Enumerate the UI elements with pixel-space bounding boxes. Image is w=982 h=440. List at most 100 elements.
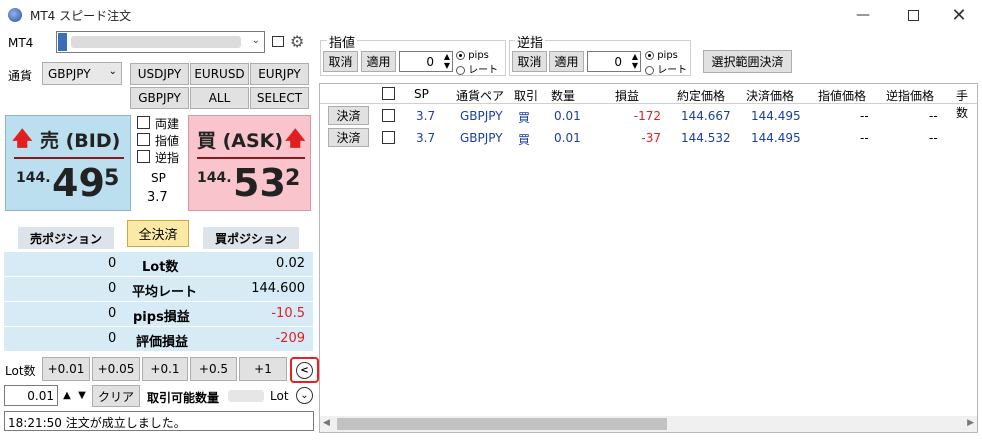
lot-input-value: 0.01 — [27, 389, 54, 403]
status-bar: 18:21:50 注文が成立しました。 — [4, 411, 314, 431]
spread-label: SP — [151, 171, 166, 185]
window-toggle-icon[interactable] — [272, 36, 284, 47]
row-pl: -37 — [641, 131, 661, 145]
lot-add-0-05-button[interactable]: +0.05 — [92, 357, 140, 381]
row-close-button[interactable]: 決済 — [328, 128, 369, 147]
currency-select[interactable]: GBPJPY ⌄ — [42, 62, 122, 85]
sell-price-prefix: 144. — [16, 170, 51, 186]
sell-button[interactable]: 🡅 売 (BID) 144. 49 5 — [5, 115, 131, 211]
row-stop: -- — [929, 131, 938, 145]
row-close-button[interactable]: 決済 — [328, 106, 369, 125]
stats-sell-value: 0 — [108, 256, 117, 271]
table-row[interactable]: 決済 3.7 GBPJPY 買 0.01 -37 144.532 144.495… — [320, 127, 977, 149]
stop-value: 0 — [614, 55, 622, 69]
spinner-icon: ▲ ▼ — [631, 52, 638, 70]
sashine-checkbox[interactable] — [137, 133, 150, 146]
ryoudate-checkbox[interactable] — [137, 116, 150, 129]
available-qty-label: 取引可能数量 — [147, 391, 220, 405]
lot-clear-button[interactable]: クリア — [92, 385, 140, 407]
stats-buy-value: -209 — [275, 331, 305, 346]
radio-icon — [645, 65, 654, 75]
pair-gbpjpy-button[interactable]: GBPJPY — [130, 87, 189, 109]
lot-add-0-01-button[interactable]: +0.01 — [42, 357, 90, 381]
currency-label: 通貨 — [8, 69, 33, 83]
select-all-checkbox[interactable] — [382, 87, 395, 100]
pair-eurjpy-button[interactable]: EURJPY — [250, 63, 309, 85]
row-checkbox[interactable] — [382, 109, 395, 122]
sashine-label: 指値 — [155, 134, 180, 148]
table-row[interactable]: 決済 3.7 GBPJPY 買 0.01 -172 144.667 144.49… — [320, 105, 977, 127]
gyakusashi-label: 逆指 — [155, 151, 180, 165]
col-pair: 通貨ペア — [456, 89, 505, 103]
account-select[interactable]: ⌄ — [56, 31, 265, 53]
limit-value-input[interactable]: 0 ▲ ▼ — [399, 51, 453, 72]
radio-icon — [645, 50, 654, 60]
lot-input[interactable]: 0.01 — [4, 385, 58, 406]
stats-label: pips損益 — [133, 310, 190, 325]
stop-value-input[interactable]: 0 ▲ ▼ — [587, 51, 641, 72]
chevron-down-icon: ⌄ — [108, 66, 117, 77]
buy-label: 買 (ASK) — [197, 130, 284, 152]
lot-decrease-button[interactable]: ▼ — [75, 386, 89, 405]
pair-all-button[interactable]: ALL — [190, 87, 249, 109]
sell-price-main: 49 — [52, 161, 105, 205]
status-message: 18:21:50 注文が成立しました。 — [8, 416, 186, 430]
row-limit: -- — [860, 131, 869, 145]
stop-cancel-button[interactable]: 取消 — [512, 51, 547, 72]
row-pair: GBPJPY — [460, 109, 503, 123]
lot-increase-button[interactable]: ▲ — [60, 386, 74, 405]
maximize-button[interactable] — [890, 0, 936, 30]
scroll-left-icon[interactable]: ◀ — [323, 418, 330, 428]
spread-value: 3.7 — [147, 190, 168, 205]
close-selected-button[interactable]: 選択範囲決済 — [703, 50, 792, 73]
scrollbar-thumb[interactable] — [337, 418, 667, 430]
chevron-down-icon: ⌄ — [251, 35, 260, 46]
col-sp: SP — [414, 87, 429, 101]
sell-position-label: 売ポジション — [18, 227, 114, 249]
row-pair: GBPJPY — [460, 131, 503, 145]
collapse-panel-button[interactable]: < — [296, 362, 313, 379]
buy-button[interactable]: 買 (ASK) 🡅 144. 53 2 — [188, 115, 311, 211]
scroll-right-icon[interactable]: ▶ — [967, 418, 974, 428]
row-checkbox[interactable] — [382, 131, 395, 144]
limit-cancel-button[interactable]: 取消 — [323, 51, 358, 72]
row-stop: -- — [929, 109, 938, 123]
col-exit: 決済価格 — [746, 89, 795, 103]
currency-value: GBPJPY — [48, 67, 91, 81]
radio-icon — [456, 65, 465, 75]
gyakusashi-checkbox[interactable] — [137, 150, 150, 163]
col-pl: 損益 — [615, 89, 640, 103]
stop-rate-radio[interactable]: レート — [645, 61, 687, 76]
arrow-down-icon: 🡅 — [12, 126, 33, 150]
col-limit: 指値価格 — [818, 89, 867, 103]
limit-pips-radio[interactable]: pips — [456, 50, 489, 61]
pair-usdjpy-button[interactable]: USDJPY — [130, 63, 189, 85]
pair-eurusd-button[interactable]: EURUSD — [190, 63, 249, 85]
pair-select-button[interactable]: SELECT — [250, 87, 309, 109]
stop-apply-button[interactable]: 適用 — [549, 51, 584, 72]
limit-rate-radio[interactable]: レート — [456, 61, 498, 76]
col-side: 取引 — [514, 89, 539, 103]
expand-down-button[interactable]: ⌄ — [296, 387, 313, 404]
limit-apply-button[interactable]: 適用 — [361, 51, 396, 72]
lot-add-0-5-button[interactable]: +0.5 — [190, 357, 237, 381]
sell-divider — [14, 157, 124, 159]
minimize-button[interactable]: — — [840, 0, 886, 30]
row-qty: 0.01 — [554, 131, 581, 145]
arrow-up-icon: 🡅 — [285, 126, 306, 150]
stop-pips-radio[interactable]: pips — [645, 50, 678, 61]
col-stop: 逆指価格 — [886, 89, 935, 103]
lot-add-1-button[interactable]: +1 — [239, 357, 287, 381]
close-all-button[interactable]: 全決済 — [127, 220, 189, 247]
close-button[interactable]: ✕ — [936, 0, 982, 30]
col-entry: 約定価格 — [677, 89, 726, 103]
stats-label: 平均レート — [132, 285, 198, 300]
stop-rate-label: レート — [657, 65, 688, 76]
row-entry: 144.667 — [681, 109, 731, 123]
buy-price-prefix: 144. — [197, 170, 232, 186]
stats-buy-value: 144.600 — [251, 281, 305, 296]
window-title: MT4 スピード注文 — [30, 9, 132, 23]
gear-icon[interactable]: ⚙ — [290, 32, 304, 51]
horizontal-scrollbar[interactable]: ◀ ▶ — [320, 416, 977, 432]
lot-add-0-1-button[interactable]: +0.1 — [142, 357, 188, 381]
